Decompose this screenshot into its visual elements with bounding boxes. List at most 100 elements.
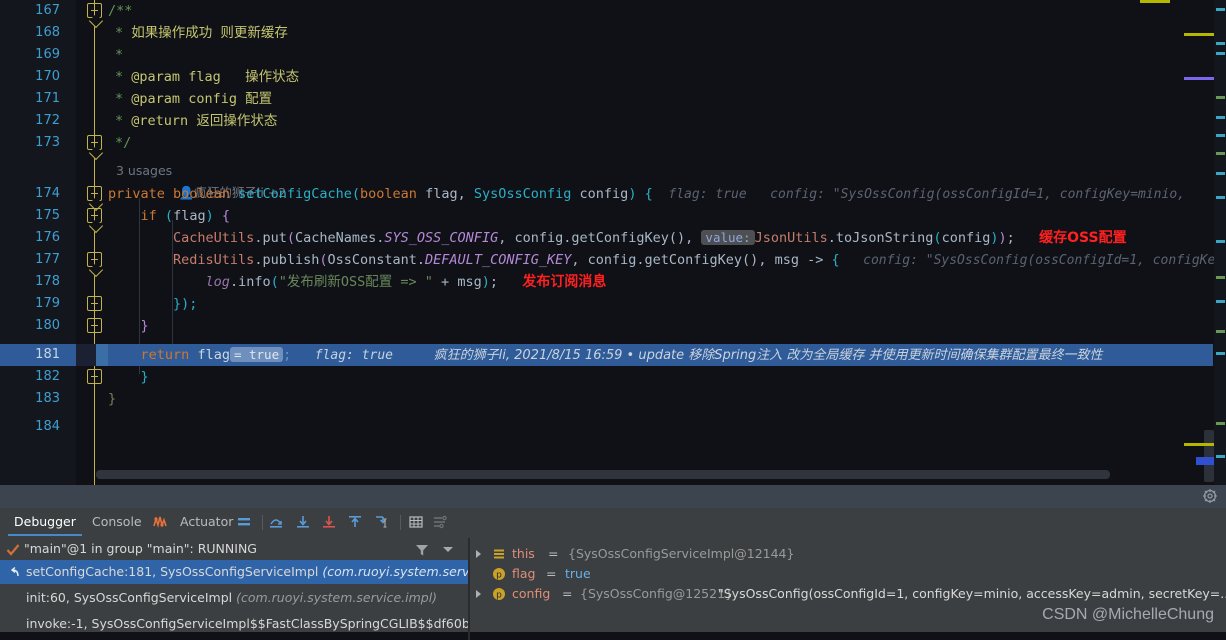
code-line: 183 } (0, 388, 1226, 410)
class-OssConstant: OssConstant (327, 252, 417, 268)
line-number-current: 181 (35, 347, 60, 362)
highlight-stripe-yellow (1184, 33, 1214, 36)
chevron-down-icon[interactable] (443, 547, 453, 552)
tab-actuator[interactable]: Actuator (170, 508, 243, 536)
chevron-right-icon[interactable] (476, 550, 481, 558)
marker-stripe (1216, 276, 1225, 279)
settings-icon[interactable] (432, 514, 448, 530)
marker-stripe (1216, 8, 1225, 11)
usages-count[interactable]: 3 usages (116, 163, 172, 178)
editor-horizontal-scrollbar[interactable] (96, 470, 1214, 479)
debug-tool-window[interactable]: Debugger Console Actuator "main"@1 in gr… (0, 508, 1226, 640)
var-flag: flag (197, 347, 230, 363)
variable-row[interactable]: p config = {SysOssConfig@12521} "SysOssC… (470, 584, 1226, 604)
param-icon: p (492, 567, 506, 581)
filter-icon[interactable] (415, 542, 429, 556)
highlight-stripe-blue (1196, 457, 1214, 465)
frame-method: invoke:-1, SysOssConfigServiceImpl$$Fast… (26, 616, 468, 631)
param2-name: config (579, 186, 629, 202)
variable-row[interactable]: this = {SysOssConfigServiceImpl@12144} (470, 544, 1226, 564)
fold-marker-175[interactable] (87, 208, 102, 223)
editor-marker-bar[interactable] (1214, 0, 1226, 485)
if-condition: flag (173, 208, 206, 224)
method-put: put (262, 230, 287, 246)
line-number: 180 (35, 318, 60, 333)
tab-console[interactable]: Console (82, 508, 152, 536)
fold-marker-180[interactable] (87, 318, 102, 333)
code-vision-lens-row[interactable]: 3 usages 👤疯狂的狮子li +2 (0, 160, 1226, 200)
inline-hint-flag: flag: true (668, 187, 747, 202)
tab-debugger[interactable]: Debugger (4, 508, 86, 536)
line-number: 170 (35, 69, 60, 84)
frame-label: invoke:-1, SysOssConfigServiceImpl$$Fast… (26, 612, 468, 636)
arg-getConfigKey: config.getConfigKey() (587, 252, 759, 268)
lambda-msg: msg -> (774, 252, 824, 268)
highlight-stripe-yellow (1184, 443, 1214, 446)
line-content: /** (108, 0, 132, 22)
marker-stripe (1216, 134, 1225, 137)
fold-marker-173[interactable] (87, 135, 102, 150)
method-info: info (238, 274, 271, 290)
usages-lens[interactable]: 3 usages 👤疯狂的狮子li +2 (116, 160, 286, 200)
step-into-icon[interactable] (295, 514, 311, 530)
fold-marker-167[interactable] (87, 3, 102, 18)
fold-marker-179[interactable] (87, 296, 102, 311)
step-over-icon[interactable] (268, 514, 284, 530)
debug-tab-bar[interactable]: Debugger Console Actuator (0, 508, 1226, 536)
fold-marker-177[interactable] (87, 252, 102, 267)
code-line: 169 * (0, 44, 1226, 66)
class-JsonUtils: JsonUtils (754, 230, 828, 246)
code-line: 184 (0, 416, 1226, 438)
var-msg: msg (457, 274, 482, 290)
line-number: 179 (35, 296, 60, 311)
javadoc-star: * (115, 47, 124, 63)
run-to-cursor-icon[interactable] (374, 514, 390, 530)
frame-label: init:60, SysOssConfigServiceImpl (com.ru… (26, 586, 437, 610)
frame-row[interactable]: init:60, SysOssConfigServiceImpl (com.ru… (0, 586, 468, 610)
line-content: } (108, 315, 149, 337)
code-editor[interactable]: 167 /** 168 * 如果操作成功 则更新缓存 169 * 170 * @… (0, 0, 1226, 485)
javadoc-star: * (115, 25, 124, 41)
variable-row[interactable]: p flag = true (470, 564, 1226, 584)
evaluate-expression-icon[interactable] (408, 514, 424, 530)
step-out-icon[interactable] (347, 514, 363, 530)
frame-row[interactable]: setConfigCache:181, SysOssConfigServiceI… (0, 560, 468, 584)
marker-stripe (1216, 300, 1225, 303)
annotation-publish-msg: 发布订阅消息 (522, 274, 607, 290)
line-number: 183 (35, 391, 60, 406)
string-literal: "发布刷新OSS配置 => " (278, 274, 433, 290)
code-line: 168 * 如果操作成功 则更新缓存 (0, 22, 1226, 44)
fold-marker-174[interactable] (87, 186, 102, 201)
fold-marker-182[interactable] (87, 369, 102, 384)
line-number: 171 (35, 91, 60, 106)
vcs-annotation: 疯狂的狮子li, 2021/8/15 16:59 • update 移除Spri… (433, 348, 1103, 363)
inline-hint-value: value: (701, 230, 755, 245)
horizontal-scroll-thumb[interactable] (96, 470, 1110, 479)
code-line: 176 CacheUtils.put(CacheNames.SYS_OSS_CO… (0, 227, 1226, 249)
variable-equals: = (548, 546, 559, 561)
frame-row[interactable]: invoke:-1, SysOssConfigServiceImpl$$Fast… (0, 612, 468, 636)
thread-selector[interactable]: "main"@1 in group "main": RUNNING (0, 538, 470, 560)
arg-getConfigKey: config.getConfigKey() (514, 230, 686, 246)
kw-return: return (140, 347, 190, 363)
class-CacheNames: CacheNames (294, 230, 377, 246)
show-execution-point-icon[interactable] (236, 514, 252, 530)
line-content: }); (108, 293, 197, 315)
marker-stripe (1216, 240, 1225, 243)
settings-icon[interactable] (1202, 488, 1218, 504)
line-content: return flag = true; flag: true 疯狂的狮子li, 2… (108, 344, 1102, 366)
line-content: * (108, 44, 123, 66)
variables-panel[interactable]: this = {SysOssConfigServiceImpl@12144} p… (470, 538, 1226, 640)
param1-name: flag (425, 186, 458, 202)
chevron-right-icon[interactable] (476, 590, 481, 598)
variable-ref: {SysOssConfigServiceImpl@12144} (568, 546, 795, 561)
code-line: 180 } (0, 315, 1226, 337)
frame-method: setConfigCache:181, SysOssConfigServiceI… (26, 564, 319, 579)
if-close-brace: } (140, 318, 149, 334)
const-DEFAULT_CONFIG_KEY: DEFAULT_CONFIG_KEY (425, 252, 572, 268)
line-number: 174 (35, 186, 60, 201)
force-step-into-icon[interactable] (321, 514, 337, 530)
code-line: 173 */ (0, 132, 1226, 154)
frames-list[interactable]: setConfigCache:181, SysOssConfigServiceI… (0, 560, 468, 640)
javadoc-star: * (115, 91, 124, 107)
